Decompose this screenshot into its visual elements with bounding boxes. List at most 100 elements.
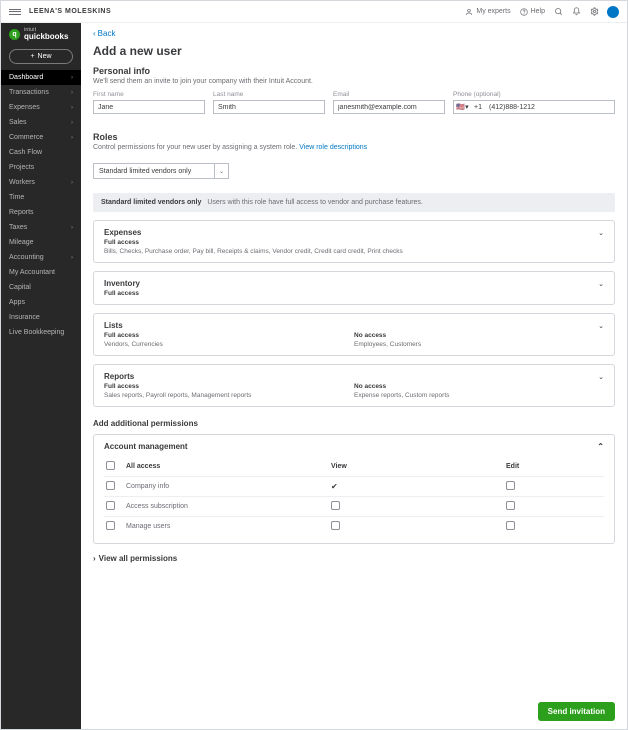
- permission-label: Access subscription: [124, 497, 329, 517]
- permission-row: Manage users: [104, 517, 604, 537]
- new-button[interactable]: + New: [9, 49, 73, 64]
- panel-lists-right-access: No access: [354, 332, 604, 339]
- panel-reports[interactable]: Reports Full access Sales reports, Payro…: [93, 364, 615, 407]
- chevron-left-icon: ‹: [93, 29, 96, 38]
- role-banner-desc: Users with this role have full access to…: [207, 199, 423, 206]
- help-link[interactable]: Help: [519, 7, 545, 17]
- view-all-label: View all permissions: [99, 554, 178, 563]
- checkbox-edit[interactable]: [506, 521, 515, 530]
- role-banner-title: Standard limited vendors only: [101, 199, 201, 206]
- email-label: Email: [333, 91, 445, 98]
- chevron-right-icon: ›: [93, 554, 96, 563]
- panel-expenses-title: Expenses: [104, 228, 604, 237]
- sidebar-item-workers[interactable]: Workers›: [1, 175, 81, 190]
- page-title: Add a new user: [93, 44, 615, 58]
- sidebar-item-live-bookkeeping[interactable]: Live Bookkeeping: [1, 325, 81, 340]
- my-experts-label: My experts: [476, 8, 510, 15]
- panel-expenses-access: Full access: [104, 239, 604, 246]
- col-view: View: [329, 457, 504, 477]
- chevron-down-icon[interactable]: ⌄: [598, 373, 604, 381]
- permission-row: Company info✔: [104, 477, 604, 497]
- last-name-input[interactable]: [213, 100, 325, 114]
- topbar: LEENA'S MOLESKINS My experts Help: [1, 1, 627, 23]
- view-all-permissions-link[interactable]: › View all permissions: [93, 554, 615, 563]
- checkbox-all[interactable]: [106, 521, 115, 530]
- panel-inventory-access: Full access: [104, 290, 604, 297]
- panel-expenses[interactable]: Expenses Full access Bills, Checks, Purc…: [93, 220, 615, 263]
- sidebar-item-time[interactable]: Time: [1, 190, 81, 205]
- back-label: Back: [98, 29, 116, 38]
- sidebar-item-taxes[interactable]: Taxes›: [1, 220, 81, 235]
- personal-sub: We'll send them an invite to join your c…: [93, 78, 615, 85]
- phone-prefix: +1: [471, 100, 485, 114]
- back-link[interactable]: ‹ Back: [93, 29, 115, 38]
- phone-label: Phone (optional): [453, 91, 615, 98]
- hamburger-icon[interactable]: [9, 9, 21, 15]
- plus-icon: +: [30, 53, 34, 60]
- checkbox-all[interactable]: [106, 481, 115, 490]
- sidebar: q intuitquickbooks + New Dashboard›Trans…: [1, 23, 81, 729]
- chevron-down-icon[interactable]: ⌄: [215, 163, 229, 179]
- chevron-down-icon[interactable]: ⌄: [598, 229, 604, 237]
- permission-label: Manage users: [124, 517, 329, 537]
- panel-lists-right-desc: Employees, Customers: [354, 341, 604, 348]
- check-icon: ✔: [331, 482, 338, 491]
- search-icon[interactable]: [553, 7, 563, 17]
- checkbox-view[interactable]: [331, 501, 340, 510]
- permissions-table: All access View Edit Company info✔Access…: [104, 457, 604, 536]
- sidebar-item-dashboard[interactable]: Dashboard›: [1, 70, 81, 85]
- chevron-down-icon[interactable]: ⌄: [598, 280, 604, 288]
- sidebar-item-apps[interactable]: Apps: [1, 295, 81, 310]
- sidebar-item-capital[interactable]: Capital: [1, 280, 81, 295]
- last-name-label: Last name: [213, 91, 325, 98]
- sidebar-item-insurance[interactable]: Insurance: [1, 310, 81, 325]
- sidebar-item-sales[interactable]: Sales›: [1, 115, 81, 130]
- view-role-descriptions-link[interactable]: View role descriptions: [299, 144, 367, 151]
- sidebar-item-mileage[interactable]: Mileage: [1, 235, 81, 250]
- main-content: ‹ Back Add a new user Personal info We'l…: [81, 23, 627, 729]
- country-flag-select[interactable]: 🇺🇸▾: [453, 100, 471, 114]
- help-label: Help: [531, 8, 545, 15]
- logo-text: intuitquickbooks: [24, 28, 68, 41]
- sidebar-item-cash-flow[interactable]: Cash Flow: [1, 145, 81, 160]
- bell-icon[interactable]: [571, 7, 581, 17]
- col-all-access: All access: [124, 457, 329, 477]
- first-name-input[interactable]: [93, 100, 205, 114]
- my-experts-link[interactable]: My experts: [464, 7, 510, 17]
- sidebar-item-commerce[interactable]: Commerce›: [1, 130, 81, 145]
- sidebar-item-reports[interactable]: Reports: [1, 205, 81, 220]
- phone-input[interactable]: [485, 100, 615, 114]
- roles-sub: Control permissions for your new user by…: [93, 144, 615, 151]
- checkbox-all-header[interactable]: [106, 461, 115, 470]
- checkbox-edit[interactable]: [506, 481, 515, 490]
- permissions-group-title: Account management: [104, 442, 188, 451]
- email-input[interactable]: [333, 100, 445, 114]
- sidebar-item-accounting[interactable]: Accounting›: [1, 250, 81, 265]
- sidebar-item-projects[interactable]: Projects: [1, 160, 81, 175]
- avatar[interactable]: [607, 6, 619, 18]
- panel-lists[interactable]: Lists Full access Vendors, Currencies No…: [93, 313, 615, 356]
- role-select[interactable]: Standard limited vendors only: [93, 163, 215, 179]
- checkbox-edit[interactable]: [506, 501, 515, 510]
- first-name-label: First name: [93, 91, 205, 98]
- logo-mark: q: [9, 29, 20, 40]
- checkbox-view[interactable]: [331, 521, 340, 530]
- sidebar-item-expenses[interactable]: Expenses›: [1, 100, 81, 115]
- sidebar-item-transactions[interactable]: Transactions›: [1, 85, 81, 100]
- chevron-down-icon[interactable]: ⌄: [598, 322, 604, 330]
- chevron-right-icon: ›: [71, 255, 73, 261]
- chevron-up-icon[interactable]: ⌃: [597, 442, 604, 451]
- panel-inventory[interactable]: Inventory Full access ⌄: [93, 271, 615, 305]
- send-invitation-button[interactable]: Send invitation: [538, 702, 615, 721]
- panel-lists-left-access: Full access: [104, 332, 354, 339]
- person-icon: [464, 7, 474, 17]
- chevron-right-icon: ›: [71, 75, 73, 81]
- chevron-right-icon: ›: [71, 105, 73, 111]
- gear-icon[interactable]: [589, 7, 599, 17]
- chevron-right-icon: ›: [71, 135, 73, 141]
- sidebar-item-my-accountant[interactable]: My Accountant: [1, 265, 81, 280]
- panel-reports-right-access: No access: [354, 383, 604, 390]
- chevron-right-icon: ›: [71, 180, 73, 186]
- checkbox-all[interactable]: [106, 501, 115, 510]
- permissions-panel: Account management ⌃ All access View Edi…: [93, 434, 615, 544]
